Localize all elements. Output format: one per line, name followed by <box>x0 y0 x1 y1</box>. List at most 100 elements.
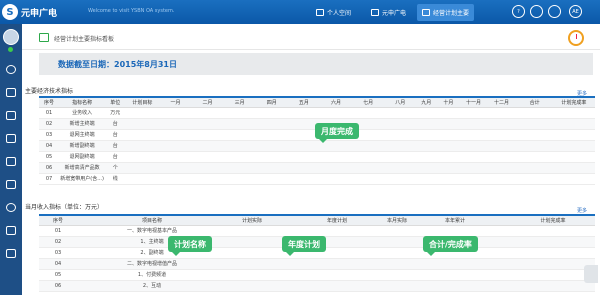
masked-value <box>227 280 277 292</box>
row-number: 01 <box>39 225 77 237</box>
calendar-icon[interactable] <box>6 88 16 97</box>
add-icon[interactable] <box>6 65 16 74</box>
column-header[interactable]: 序号 <box>39 214 77 226</box>
top-bar: S 元申广电 Welcome to visit YSBN OA system. … <box>0 0 600 24</box>
masked-value <box>255 140 288 152</box>
masked-value <box>436 118 461 130</box>
column-header[interactable]: 计划完成率 <box>511 214 595 226</box>
building-icon <box>371 9 379 16</box>
table-row[interactable]: 06 2、互动 <box>39 280 595 292</box>
home-icon[interactable] <box>6 157 16 166</box>
column-header[interactable]: 五月 <box>287 96 320 108</box>
flow-icon[interactable] <box>6 134 16 143</box>
column-header[interactable]: 本月实际 <box>367 214 427 226</box>
masked-value <box>427 225 483 237</box>
column-header[interactable]: 年度计划 <box>307 214 367 226</box>
masked-value <box>436 162 461 174</box>
target-icon[interactable] <box>6 203 16 212</box>
table-row[interactable]: 07 新增宽带用户(含...) 线 <box>39 173 595 185</box>
masked-value <box>460 162 487 174</box>
column-header[interactable]: 八月 <box>384 96 417 108</box>
masked-value <box>255 173 288 185</box>
masked-value <box>552 162 595 174</box>
avatar[interactable] <box>3 29 19 45</box>
briefcase-icon[interactable] <box>6 226 16 235</box>
date-banner: 数据截至日期：2015年8月31日 <box>39 53 593 75</box>
column-header[interactable]: 七月 <box>352 96 385 108</box>
masked-value <box>319 173 353 185</box>
masked-value <box>319 162 353 174</box>
clock-icon[interactable] <box>568 30 584 46</box>
column-header[interactable]: 十二月 <box>486 96 517 108</box>
masked-value <box>227 225 277 237</box>
column-header[interactable]: 六月 <box>319 96 353 108</box>
mail-icon[interactable] <box>548 5 561 18</box>
table-row[interactable]: 04 二、数字电视增值产品 <box>39 258 595 270</box>
masked-value <box>191 173 224 185</box>
masked-value <box>552 151 595 163</box>
masked-value <box>367 247 427 259</box>
masked-value <box>516 140 553 152</box>
masked-value <box>552 107 595 119</box>
grid-icon[interactable] <box>6 180 16 189</box>
column-header[interactable] <box>483 214 511 226</box>
column-header[interactable]: 计划目标 <box>125 96 160 108</box>
masked-value <box>460 140 487 152</box>
unit-cell: 台 <box>105 118 126 130</box>
table-row[interactable]: 04 新增副终端台 <box>39 140 595 152</box>
masked-value <box>223 118 256 130</box>
column-header[interactable]: 三月 <box>223 96 256 108</box>
masked-value <box>125 129 160 141</box>
column-header[interactable]: 本年累计 <box>427 214 483 226</box>
user-icon[interactable] <box>530 5 543 18</box>
column-header[interactable]: 指标名称 <box>59 96 106 108</box>
row-number: 01 <box>39 107 60 119</box>
masked-value <box>223 173 256 185</box>
project-name: 1、付费频道 <box>77 269 227 281</box>
masked-value <box>486 107 517 119</box>
column-header[interactable]: 合计 <box>516 96 553 108</box>
unit-cell: 台 <box>105 140 126 152</box>
chart-icon <box>422 9 430 16</box>
masked-value <box>384 118 417 130</box>
table-row[interactable]: 01 一、数字电视基本产品 <box>39 225 595 237</box>
table-icon[interactable] <box>6 111 16 120</box>
tab-label: 个人空间 <box>327 10 352 17</box>
project-name: 一、数字电视基本产品 <box>77 225 227 237</box>
more-link[interactable]: 更多 <box>577 207 587 214</box>
column-header[interactable]: 十一月 <box>460 96 487 108</box>
masked-value <box>552 118 595 130</box>
tab-personal-space[interactable]: 个人空间 <box>311 4 356 21</box>
column-header[interactable]: 一月 <box>159 96 192 108</box>
tab-business-plan[interactable]: 经营计划主要 <box>417 4 475 21</box>
masked-value <box>223 107 256 119</box>
masked-value <box>516 151 553 163</box>
column-header[interactable]: 计划实际 <box>227 214 277 226</box>
column-header[interactable]: 单位 <box>105 96 126 108</box>
table-row[interactable]: 05 退网副终端台 <box>39 151 595 163</box>
table-row[interactable]: 05 1、付费频道 <box>39 269 595 281</box>
column-header[interactable]: 四月 <box>255 96 288 108</box>
table-row[interactable]: 06 新增高清产品数个 <box>39 162 595 174</box>
masked-value <box>125 173 160 185</box>
column-header[interactable]: 序号 <box>39 96 60 108</box>
masked-value <box>511 236 595 248</box>
help-icon[interactable]: ? <box>512 5 525 18</box>
speaker-icon[interactable] <box>584 265 598 283</box>
table-row[interactable]: 01 业务收入 万元 <box>39 107 595 119</box>
column-header[interactable]: 计划完成率 <box>552 96 595 108</box>
app-logo[interactable]: S 元申广电 <box>2 3 57 21</box>
column-header[interactable] <box>277 214 307 226</box>
column-header[interactable]: 二月 <box>191 96 224 108</box>
masked-value <box>159 118 192 130</box>
document-icon[interactable] <box>6 249 16 258</box>
column-header[interactable]: 项目名称 <box>77 214 227 226</box>
settings-icon[interactable]: AE <box>569 5 582 18</box>
column-header[interactable]: 九月 <box>416 96 437 108</box>
indicator-name: 新增高清产品数 <box>59 162 106 174</box>
column-header[interactable]: 十月 <box>436 96 461 108</box>
tab-company[interactable]: 元申广电 <box>366 4 411 21</box>
row-number: 03 <box>39 129 60 141</box>
indicator-name: 新增主终端 <box>59 118 106 130</box>
masked-value <box>516 162 553 174</box>
